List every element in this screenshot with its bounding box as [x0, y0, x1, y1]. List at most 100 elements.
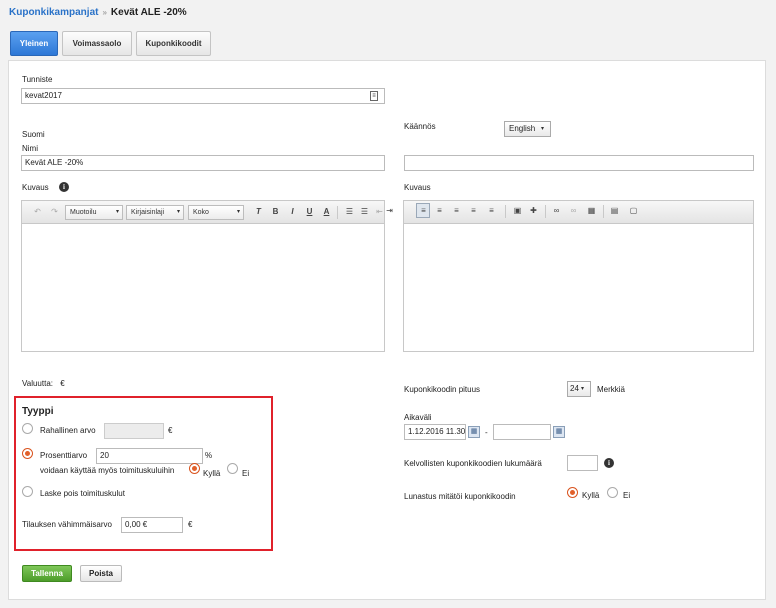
line-height-icon[interactable]: ≡	[486, 205, 497, 217]
editor-toolbar: ↶ ↷ Muotoilu ▾ Kirjaisinlaji ▾ Koko ▾ T B I…	[22, 201, 384, 224]
format-dropdown-label: Muotoilu	[70, 209, 97, 216]
redeem-label: Lunastus mitätöi kuponkikoodin	[404, 492, 516, 501]
undo-icon[interactable]: ↶	[32, 206, 43, 218]
breadcrumb: Kuponkikampanjat » Kevät ALE -20%	[9, 7, 187, 18]
code-length-value: 24	[570, 384, 579, 393]
language-label: Suomi	[22, 130, 45, 139]
name-input[interactable]: Kevät ALE -20%	[21, 155, 385, 171]
unlink-icon[interactable]: ∞	[568, 205, 579, 217]
underline-icon[interactable]: U	[304, 206, 315, 218]
currency-label-text: Valuutta:	[22, 379, 53, 388]
source-icon[interactable]: ▤	[609, 205, 620, 217]
fixed-value-unit: €	[168, 426, 173, 435]
identifier-label: Tunniste	[22, 75, 53, 84]
align-left-icon[interactable]: ≡	[418, 205, 429, 217]
info-icon[interactable]: i	[59, 182, 69, 192]
fixed-value-radio[interactable]	[22, 423, 33, 434]
translation-selected: English	[509, 124, 536, 133]
code-length-select[interactable]: 24 ▾	[567, 381, 591, 397]
tab-validity[interactable]: Voimassaolo	[62, 31, 132, 56]
save-button[interactable]: Tallenna	[22, 565, 72, 582]
min-order-label: Tilauksen vähimmäisarvo	[22, 520, 112, 529]
percent-unit: %	[205, 451, 213, 460]
size-dropdown[interactable]: Koko ▾	[188, 205, 244, 220]
type-title: Tyyppi	[22, 406, 54, 417]
bullet-list-icon[interactable]: ☰	[359, 206, 370, 218]
shipping-no-radio[interactable]	[227, 463, 238, 474]
toolbar-divider	[337, 206, 338, 219]
tab-validity-label: Voimassaolo	[72, 39, 122, 48]
redeem-no-radio[interactable]	[607, 487, 618, 498]
toolbar-divider	[545, 205, 546, 218]
table-icon[interactable]: ▦	[586, 205, 597, 217]
shipping-note: voidaan käyttää myös toimituskuluihin	[40, 466, 175, 475]
text-color-icon[interactable]: A	[321, 206, 332, 218]
fixed-value-label: Rahallinen arvo	[40, 426, 96, 435]
chevron-down-icon: ▾	[581, 386, 585, 392]
shipping-yes-radio[interactable]	[189, 463, 200, 474]
list-icon[interactable]: ≡	[370, 91, 378, 101]
code-length-unit: Merkkiä	[597, 385, 626, 394]
identifier-input[interactable]: kevat2017	[21, 88, 385, 104]
description-translation-label: Kuvaus	[404, 183, 431, 192]
indent-icon[interactable]: ⇥	[384, 205, 395, 217]
description-translation-editor[interactable]	[403, 200, 754, 352]
size-dropdown-label: Koko	[193, 209, 209, 216]
clear-format-icon[interactable]: T	[253, 206, 264, 218]
tab-coupon-codes[interactable]: Kuponkikoodit	[136, 31, 211, 56]
redeem-yes-label: Kyllä	[582, 491, 600, 500]
align-justify-icon[interactable]: ≡	[468, 205, 479, 217]
tab-general-label: Yleinen	[19, 39, 49, 48]
page-title: Kevät ALE -20%	[110, 7, 187, 18]
tab-general[interactable]: Yleinen	[10, 31, 58, 56]
currency-value: €	[60, 379, 65, 388]
interval-dash: -	[485, 428, 488, 437]
plugin-icon[interactable]: ✚	[528, 205, 539, 217]
translation-language-select[interactable]: English ▾	[504, 121, 551, 137]
interval-label: Aikaväli	[404, 413, 432, 422]
redeem-yes-radio[interactable]	[567, 487, 578, 498]
percent-value-radio[interactable]	[22, 448, 33, 459]
link-icon[interactable]: ∞	[551, 205, 562, 217]
font-dropdown-label: Kirjaisinlaji	[131, 209, 165, 216]
bold-icon[interactable]: B	[270, 206, 281, 218]
percent-value-label: Prosenttiarvo	[40, 451, 88, 460]
ordered-list-icon[interactable]: ☰	[344, 206, 355, 218]
align-right-icon[interactable]: ≡	[451, 205, 462, 217]
calendar-icon[interactable]: ▦	[468, 426, 480, 438]
toolbar-divider	[505, 205, 506, 218]
percent-value-input[interactable]: 20	[96, 448, 203, 464]
min-order-unit: €	[188, 520, 193, 529]
interval-end-input[interactable]	[493, 424, 551, 440]
valid-count-input[interactable]	[567, 455, 598, 471]
name-translation-input[interactable]	[404, 155, 754, 171]
min-order-input[interactable]: 0,00 €	[121, 517, 183, 533]
italic-icon[interactable]: I	[287, 206, 298, 218]
breadcrumb-parent-link[interactable]: Kuponkikampanjat	[9, 7, 98, 18]
image-icon[interactable]: ▣	[512, 205, 523, 217]
font-dropdown[interactable]: Kirjaisinlaji ▾	[126, 205, 184, 220]
currency-label: Valuutta: €	[22, 379, 65, 388]
valid-count-label: Kelvollisten kuponkikoodien lukumäärä	[404, 459, 542, 468]
code-length-label: Kuponkikoodin pituus	[404, 385, 481, 394]
free-shipping-label: Laske pois toimituskulut	[40, 489, 125, 498]
name-label: Nimi	[22, 144, 38, 153]
tab-coupon-codes-label: Kuponkikoodit	[145, 39, 202, 48]
toolbar-divider	[603, 205, 604, 218]
format-dropdown[interactable]: Muotoilu ▾	[65, 205, 123, 220]
description-editor[interactable]: ↶ ↷ Muotoilu ▾ Kirjaisinlaji ▾ Koko ▾ T B I…	[21, 200, 385, 352]
info-icon[interactable]: i	[604, 458, 614, 468]
chevron-down-icon: ▾	[236, 209, 240, 215]
delete-button[interactable]: Poista	[80, 565, 122, 582]
free-shipping-radio[interactable]	[22, 486, 33, 497]
breadcrumb-separator: »	[102, 8, 107, 17]
chevron-down-icon: ▾	[115, 209, 119, 215]
align-center-icon[interactable]: ≡	[434, 205, 445, 217]
interval-start-input[interactable]: 1.12.2016 11.30	[404, 424, 466, 440]
fixed-value-input[interactable]	[104, 423, 164, 439]
calendar-icon[interactable]: ▦	[553, 426, 565, 438]
redeem-no-label: Ei	[623, 491, 631, 500]
fullscreen-icon[interactable]: ▢	[628, 205, 639, 217]
shipping-no-label: Ei	[242, 469, 250, 478]
redo-icon[interactable]: ↷	[49, 206, 60, 218]
